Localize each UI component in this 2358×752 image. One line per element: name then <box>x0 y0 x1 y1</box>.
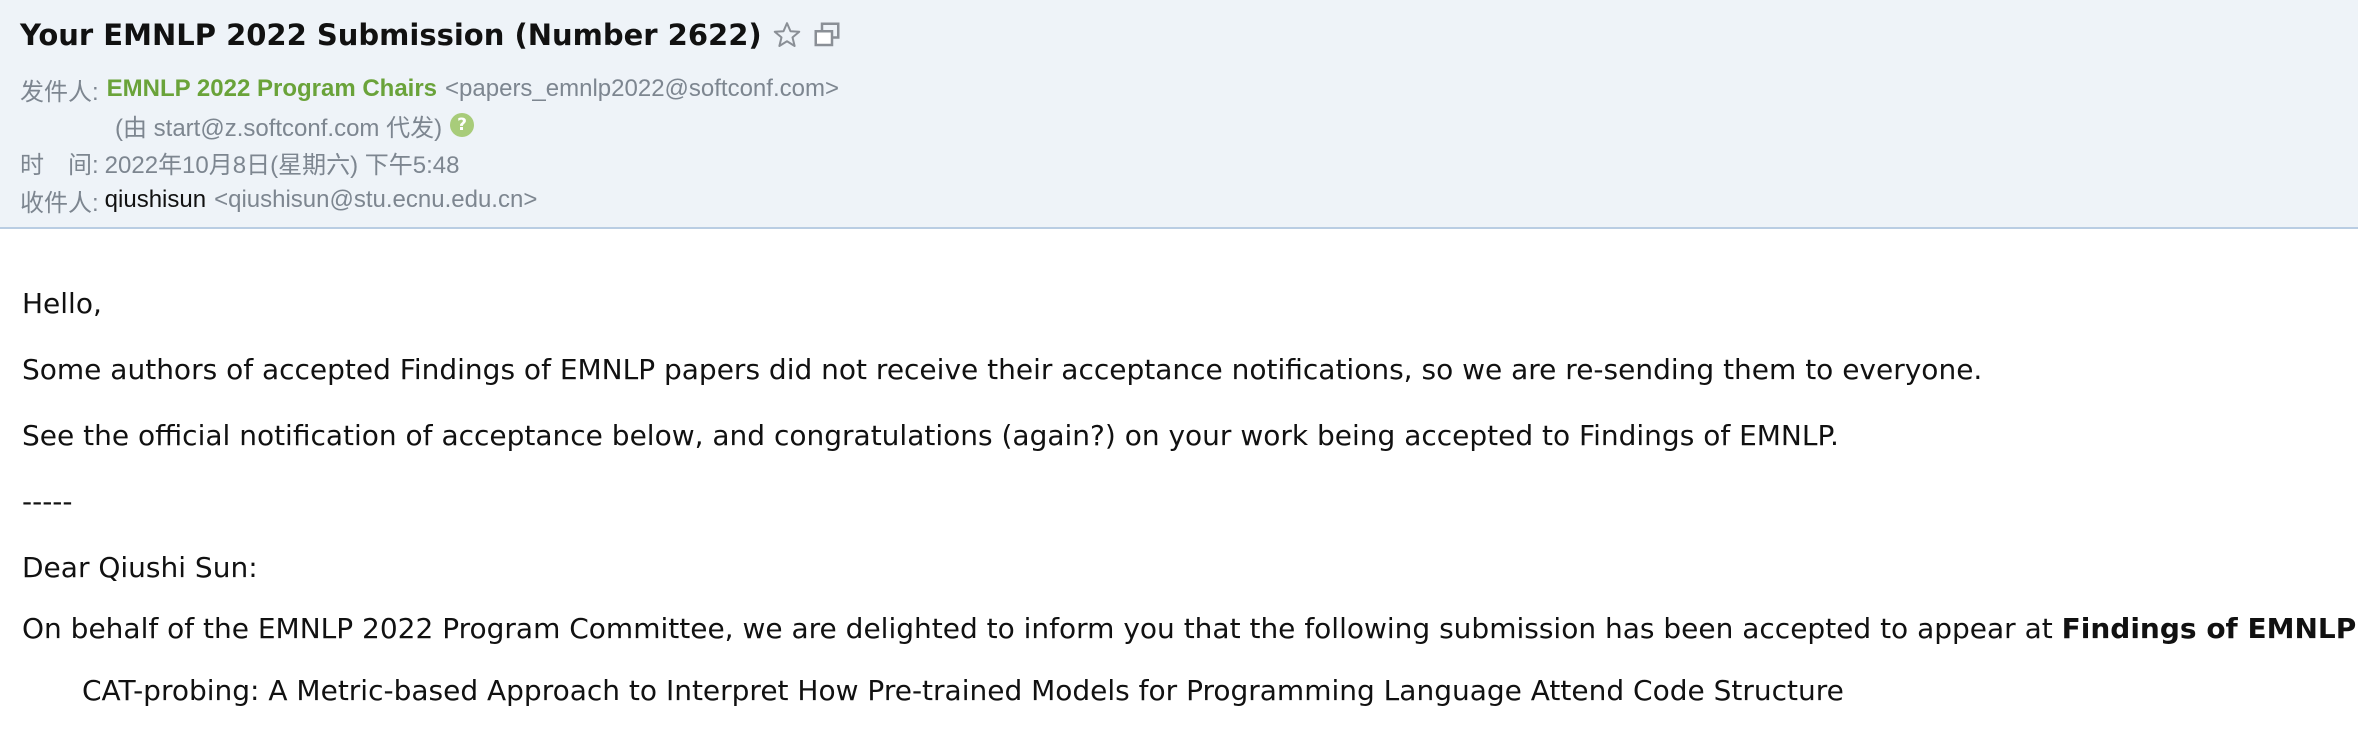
from-row: 发件人: EMNLP 2022 Program Chairs <papers_e… <box>20 71 839 107</box>
star-icon[interactable] <box>772 20 802 50</box>
body-paragraph-2: See the official notification of accepta… <box>22 419 1839 452</box>
time-row: 时 间: 2022年10月8日(星期六) 下午5:48 <box>20 144 459 180</box>
greeting: Hello, <box>22 287 102 320</box>
sent-via: (由 start@z.softconf.com 代发) <box>115 114 443 142</box>
email-header: Your EMNLP 2022 Submission (Number 2622)… <box>0 0 2358 229</box>
acceptance-text: On behalf of the EMNLP 2022 Program Comm… <box>22 612 2062 645</box>
sender-address[interactable]: <papers_emnlp2022@softconf.com> <box>445 75 839 103</box>
from-label: 发件人: <box>20 78 99 106</box>
paper-title: CAT-probing: A Metric-based Approach to … <box>82 674 1844 707</box>
sent-time: 2022年10月8日(星期六) 下午5:48 <box>104 151 460 179</box>
subject-row: Your EMNLP 2022 Submission (Number 2622) <box>20 14 842 56</box>
recipient-address[interactable]: <qiushisun@stu.ecnu.edu.cn> <box>214 186 537 214</box>
help-icon[interactable]: ? <box>450 113 475 137</box>
venue-name: Findings of EMNLP 2022 <box>2061 612 2358 645</box>
separator-text: ----- <box>22 485 73 518</box>
acceptance-paragraph: On behalf of the EMNLP 2022 Program Comm… <box>22 612 2358 645</box>
to-label: 收件人: <box>20 189 99 217</box>
time-label: 时 间: <box>20 151 99 179</box>
via-row: (由 start@z.softconf.com 代发) ? <box>115 107 475 143</box>
sender-name[interactable]: EMNLP 2022 Program Chairs <box>107 75 437 103</box>
recipient-name[interactable]: qiushisun <box>105 186 206 214</box>
salutation: Dear Qiushi Sun: <box>22 551 258 584</box>
body-paragraph-1: Some authors of accepted Findings of EMN… <box>22 353 1983 386</box>
to-row: 收件人: qiushisun <qiushisun@stu.ecnu.edu.c… <box>20 182 537 218</box>
email-subject: Your EMNLP 2022 Submission (Number 2622) <box>20 18 762 52</box>
popout-window-icon[interactable] <box>812 20 842 50</box>
